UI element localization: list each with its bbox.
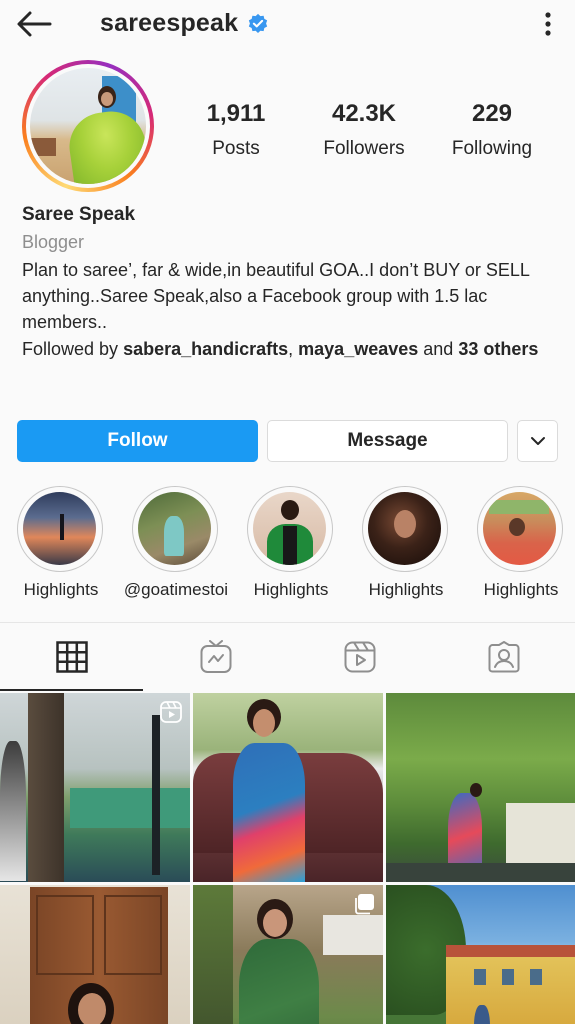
arrow-left-icon[interactable] — [14, 8, 54, 40]
stat-followers[interactable]: 42.3K Followers — [294, 100, 434, 160]
verified-badge-icon — [249, 13, 268, 33]
posts-label: Posts — [212, 138, 260, 159]
suggested-dropdown-button[interactable] — [517, 420, 558, 462]
followed-user-link[interactable]: maya_weaves — [298, 339, 418, 359]
post-thumbnail[interactable] — [386, 693, 575, 882]
posts-grid — [0, 690, 575, 1024]
follow-button[interactable]: Follow — [17, 420, 258, 462]
chevron-down-icon — [530, 437, 545, 445]
reel-icon — [160, 701, 182, 723]
post-thumbnail[interactable] — [193, 693, 383, 882]
more-vertical-icon[interactable] — [538, 10, 558, 38]
tagged-icon — [488, 641, 519, 673]
story-highlights: Highlights @goatimestoi Highlights Highl… — [0, 486, 575, 606]
highlight-label: @goatimestoi — [123, 580, 229, 599]
posts-count: 1,911 — [206, 100, 266, 127]
username-header: sareespeak — [100, 9, 269, 38]
top-bar: sareespeak — [0, 0, 575, 48]
stat-posts[interactable]: 1,911 Posts — [166, 100, 306, 160]
stat-following[interactable]: 229 Following — [422, 100, 562, 160]
followers-label: Followers — [323, 138, 405, 159]
post-thumbnail[interactable] — [193, 885, 383, 1024]
highlight-cover — [253, 492, 326, 565]
category-label: Blogger — [22, 232, 85, 252]
post-thumbnail[interactable] — [386, 885, 575, 1024]
multiple-photos-icon — [355, 894, 374, 915]
bio-text: Plan to saree’, far & wide,in beautiful … — [22, 260, 530, 332]
followers-count: 42.3K — [331, 100, 397, 127]
post-thumbnail[interactable] — [0, 885, 190, 1024]
igtv-icon — [200, 640, 231, 673]
tab-posts-grid[interactable] — [0, 623, 143, 691]
message-button[interactable]: Message — [267, 420, 508, 462]
profile-tabs — [0, 622, 575, 691]
username: sareespeak — [100, 9, 239, 37]
tab-igtv[interactable] — [144, 623, 287, 691]
bio-section: Saree Speak Blogger Plan to saree’, far … — [22, 204, 562, 362]
tab-tagged[interactable] — [432, 623, 575, 691]
grid-icon — [55, 641, 88, 673]
story-ring[interactable] — [22, 60, 154, 192]
highlight-label: Highlights — [253, 580, 329, 599]
followed-by[interactable]: Followed by sabera_handicrafts, maya_wea… — [22, 336, 562, 362]
highlight-cover — [138, 492, 211, 565]
highlight-label: Highlights — [483, 580, 559, 599]
highlight-label: Highlights — [368, 580, 444, 599]
reels-icon — [344, 641, 375, 673]
highlight-label: Highlights — [23, 580, 99, 599]
following-label: Following — [451, 138, 533, 159]
avatar[interactable] — [30, 68, 146, 184]
post-thumbnail[interactable] — [0, 693, 190, 882]
highlight-cover — [483, 492, 556, 565]
highlight-cover — [368, 492, 441, 565]
display-name: Saree Speak — [22, 204, 136, 225]
tab-reels[interactable] — [288, 623, 431, 691]
following-count: 229 — [471, 100, 513, 127]
highlight-cover — [23, 492, 96, 565]
followed-others-link[interactable]: 33 others — [458, 339, 538, 359]
followed-user-link[interactable]: sabera_handicrafts — [123, 339, 288, 359]
